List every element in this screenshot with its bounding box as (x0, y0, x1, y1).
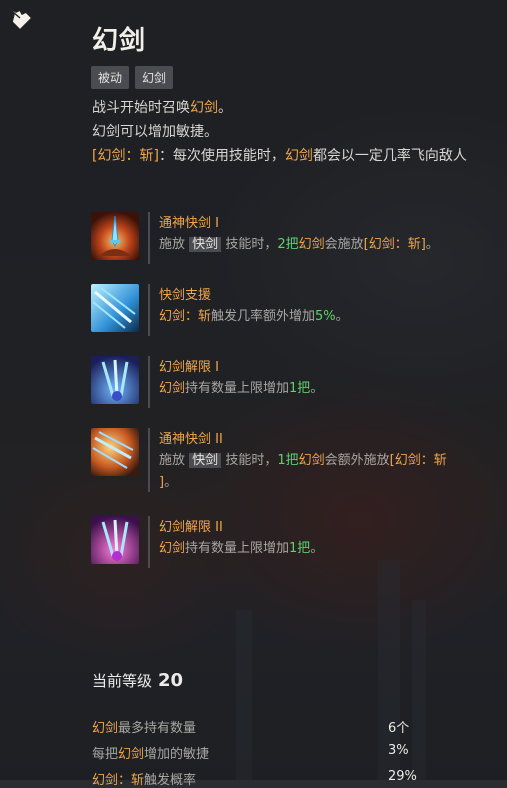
talent-name: 通神快剑 I (159, 216, 219, 231)
talent-name: 通神快剑 II (159, 432, 223, 447)
talent-desc: 施放 快剑 技能时，1把幻剑会额外施放[幻剑：斩]。 (159, 453, 447, 490)
talent-name: 幻剑解限 II (159, 520, 223, 535)
sword-hand-icon (91, 212, 139, 260)
sword-fan-blue-icon (91, 356, 139, 404)
tag-passive: 被动 (91, 66, 130, 89)
desc-line-2: 幻剑可以增加敏捷。 (92, 124, 218, 140)
stat-row: 幻剑：斩触发概率 29% (92, 769, 417, 788)
sword-fan-orange-icon (91, 428, 139, 476)
current-level: 当前等级 20 (92, 670, 184, 691)
flying-swords-icon (91, 284, 139, 332)
sword-fan-purple-icon (91, 516, 139, 564)
talent-item[interactable]: 幻剑解限 II 幻剑持有数量上限增加1把。 (91, 516, 491, 568)
tag-phantom-sword: 幻剑 (135, 66, 174, 89)
talent-item[interactable]: 快剑支援 幻剑：斩触发几率额外增加5%。 (91, 284, 491, 336)
talent-name: 快剑支援 (159, 288, 212, 303)
talent-item[interactable]: 幻剑解限 I 幻剑持有数量上限增加1把。 (91, 356, 491, 408)
skill-tags: 被动 幻剑 (91, 66, 174, 89)
talent-desc: 幻剑：斩触发几率额外增加5%。 (159, 309, 349, 324)
skill-description: 战斗开始时召唤幻剑。 幻剑可以增加敏捷。 [幻剑：斩]：每次使用技能时，幻剑都会… (92, 96, 507, 168)
talent-desc: 施放 快剑 技能时，2把幻剑会施放[幻剑：斩]。 (159, 237, 439, 252)
talent-desc: 幻剑持有数量上限增加1把。 (159, 541, 324, 556)
stat-row: 幻剑最多持有数量 6个 (92, 721, 410, 736)
talent-item[interactable]: 通神快剑 II 施放 快剑 技能时，1把幻剑会额外施放[幻剑：斩]。 (91, 428, 491, 492)
desc-line-3: [幻剑：斩]：每次使用技能时，幻剑都会以一定几率飞向敌人 (92, 148, 467, 164)
desc-line-1: 战斗开始时召唤幻剑。 (92, 100, 232, 116)
talent-desc: 幻剑持有数量上限增加1把。 (159, 381, 324, 396)
talent-name: 幻剑解限 I (159, 360, 219, 375)
talent-item[interactable]: 通神快剑 I 施放 快剑 技能时，2把幻剑会施放[幻剑：斩]。 (91, 212, 491, 264)
skill-title: 幻剑 (92, 26, 147, 56)
stat-row: 每把幻剑增加的敏捷 3% (92, 743, 409, 762)
hand-cursor-icon (5, 5, 33, 31)
